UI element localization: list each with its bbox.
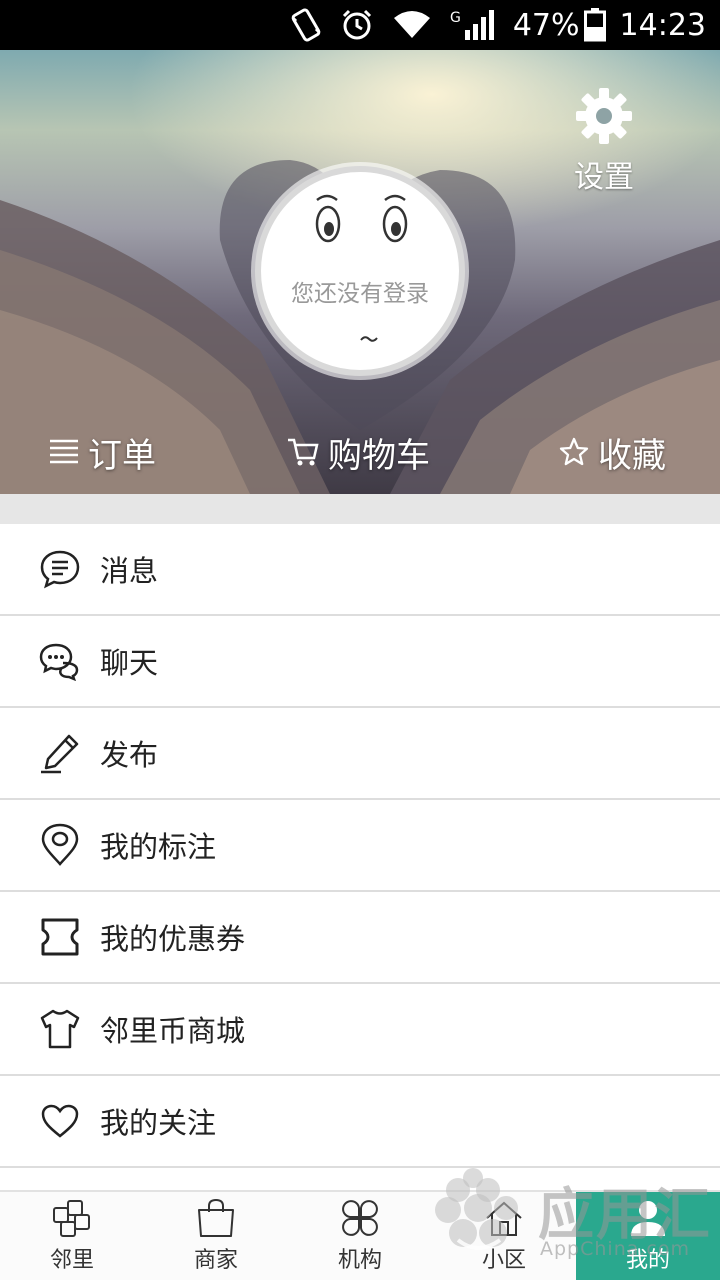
face-icon xyxy=(315,194,408,342)
settings-label: 设置 xyxy=(574,160,634,195)
favorites-label: 收藏 xyxy=(598,435,666,476)
menu-item-chat[interactable]: 聊天 xyxy=(0,616,720,708)
nav-label: 我的 xyxy=(625,1248,670,1273)
status-bar: G 47% 14:23 xyxy=(0,0,720,50)
menu-item-label: 我的优惠券 xyxy=(100,922,246,956)
home-icon xyxy=(486,1201,522,1236)
profile-header: 设置 您还没有登录 订单 购物车 收藏 xyxy=(0,50,720,494)
avatar-login[interactable]: 您还没有登录 xyxy=(255,166,465,376)
alarm-icon xyxy=(340,8,374,42)
menu-item-coin-mall[interactable]: 邻里币商城 xyxy=(0,984,720,1076)
gear-icon xyxy=(576,88,632,144)
menu-item-my-markers[interactable]: 我的标注 xyxy=(0,800,720,892)
cart-icon xyxy=(288,438,319,466)
clover-icon xyxy=(342,1200,378,1236)
user-icon xyxy=(631,1201,665,1236)
bottom-nav: 邻里 商家 机构 小区 我的 xyxy=(0,1190,720,1280)
chat-icon xyxy=(38,639,82,683)
clock: 14:23 xyxy=(619,7,706,43)
vibrate-icon xyxy=(290,8,322,42)
cart-link[interactable]: 购物车 xyxy=(286,424,430,480)
coupon-icon xyxy=(38,915,82,959)
menu-item-publish[interactable]: 发布 xyxy=(0,708,720,800)
message-icon xyxy=(38,547,82,591)
menu-item-label: 消息 xyxy=(100,554,159,588)
section-divider xyxy=(0,494,720,524)
menu-item-following[interactable]: 我的关注 xyxy=(0,1076,720,1168)
menu-item-label: 发布 xyxy=(100,738,159,772)
neighborhood-icon xyxy=(53,1200,90,1237)
cart-label: 购物车 xyxy=(328,435,430,476)
battery-percent: 47% xyxy=(512,7,580,43)
menu-item-messages[interactable]: 消息 xyxy=(0,524,720,616)
profile-menu: 消息 聊天 发布 我的标注 我的优惠券 邻里币商城 我的关注 xyxy=(0,524,720,1168)
menu-item-label: 聊天 xyxy=(100,646,159,680)
nav-label: 机构 xyxy=(337,1248,382,1273)
battery-icon xyxy=(583,8,606,42)
location-pin-icon xyxy=(38,823,82,867)
menu-item-label: 邻里币商城 xyxy=(100,1014,246,1048)
nav-tab-community[interactable]: 小区 xyxy=(432,1192,576,1280)
nav-label: 商家 xyxy=(193,1248,238,1273)
wifi-icon xyxy=(392,10,432,40)
orders-label: 订单 xyxy=(88,435,156,476)
list-icon xyxy=(50,439,78,464)
menu-item-coupons[interactable]: 我的优惠券 xyxy=(0,892,720,984)
nav-tab-institutions[interactable]: 机构 xyxy=(288,1192,432,1280)
menu-item-label: 我的标注 xyxy=(100,830,217,864)
menu-item-label: 我的关注 xyxy=(100,1106,217,1140)
settings-button[interactable]: 设置 xyxy=(572,86,636,196)
star-icon xyxy=(559,437,589,466)
pencil-icon xyxy=(38,731,82,775)
nav-tab-neighbors[interactable]: 邻里 xyxy=(0,1192,144,1280)
network-type: G xyxy=(449,10,461,26)
tshirt-icon xyxy=(38,1007,82,1051)
heart-icon xyxy=(38,1099,82,1143)
nav-label: 小区 xyxy=(481,1248,526,1273)
nav-label: 邻里 xyxy=(49,1248,94,1273)
login-prompt: 您还没有登录 xyxy=(291,281,429,307)
nav-tab-merchants[interactable]: 商家 xyxy=(144,1192,288,1280)
orders-link[interactable]: 订单 xyxy=(48,424,156,480)
signal-icon: G xyxy=(450,10,495,40)
shopping-bag-icon xyxy=(198,1198,234,1237)
nav-tab-mine[interactable]: 我的 xyxy=(576,1192,720,1280)
favorites-link[interactable]: 收藏 xyxy=(558,424,666,480)
